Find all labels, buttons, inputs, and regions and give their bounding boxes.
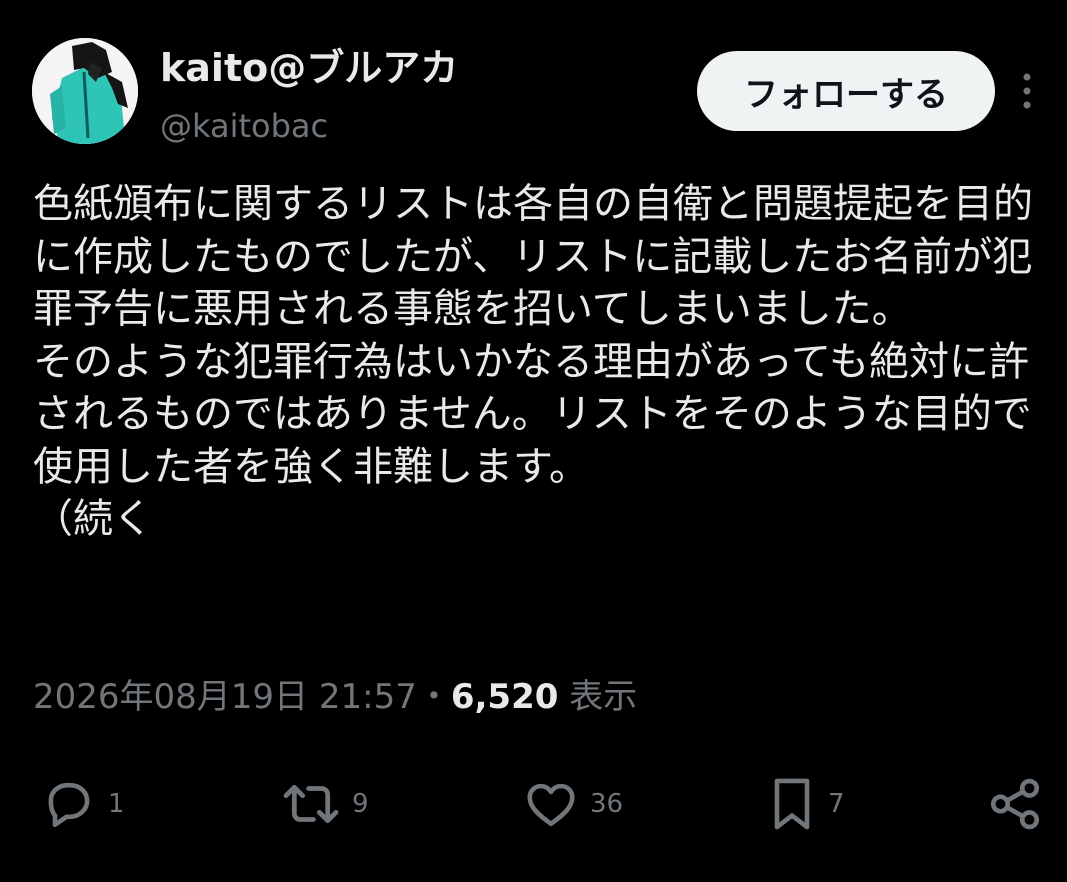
share-button[interactable] [986,774,1044,834]
follow-button-label: フォローする [744,74,948,115]
views-label: 表示 [569,677,638,717]
more-vertical-icon [1023,73,1031,109]
repost-button[interactable]: 9 [280,774,369,834]
repost-count: 9 [352,789,369,819]
bookmark-icon [774,778,810,830]
share-icon [990,778,1040,830]
like-button[interactable]: 36 [522,774,623,834]
bookmark-count: 7 [828,789,845,819]
tweet-meta: 2026年08月19日 21:57・6,520 表示 [33,672,637,722]
reply-count: 1 [108,789,125,819]
timestamp[interactable]: 2026年08月19日 21:57 [33,677,417,717]
tweet-text: 色紙頒布に関するリストは各自の自衛と問題提起を目的に作成したものでしたが、リスト… [33,181,1033,542]
follow-button[interactable]: フォローする [697,51,995,131]
reply-button[interactable]: 1 [40,774,125,834]
reply-icon [48,782,90,828]
heart-icon [527,783,575,827]
author-display-name[interactable]: kaito@ブルアカ [160,42,458,94]
bookmark-button[interactable]: 7 [766,774,845,834]
repost-icon [283,784,339,824]
author-handle[interactable]: @kaitobac [160,104,328,148]
meta-separator: ・ [416,677,451,717]
views-count: 6,520 [450,677,559,717]
more-options-button[interactable] [1013,66,1041,116]
avatar-image [32,38,138,144]
like-count: 36 [590,789,624,819]
avatar[interactable] [32,38,138,144]
